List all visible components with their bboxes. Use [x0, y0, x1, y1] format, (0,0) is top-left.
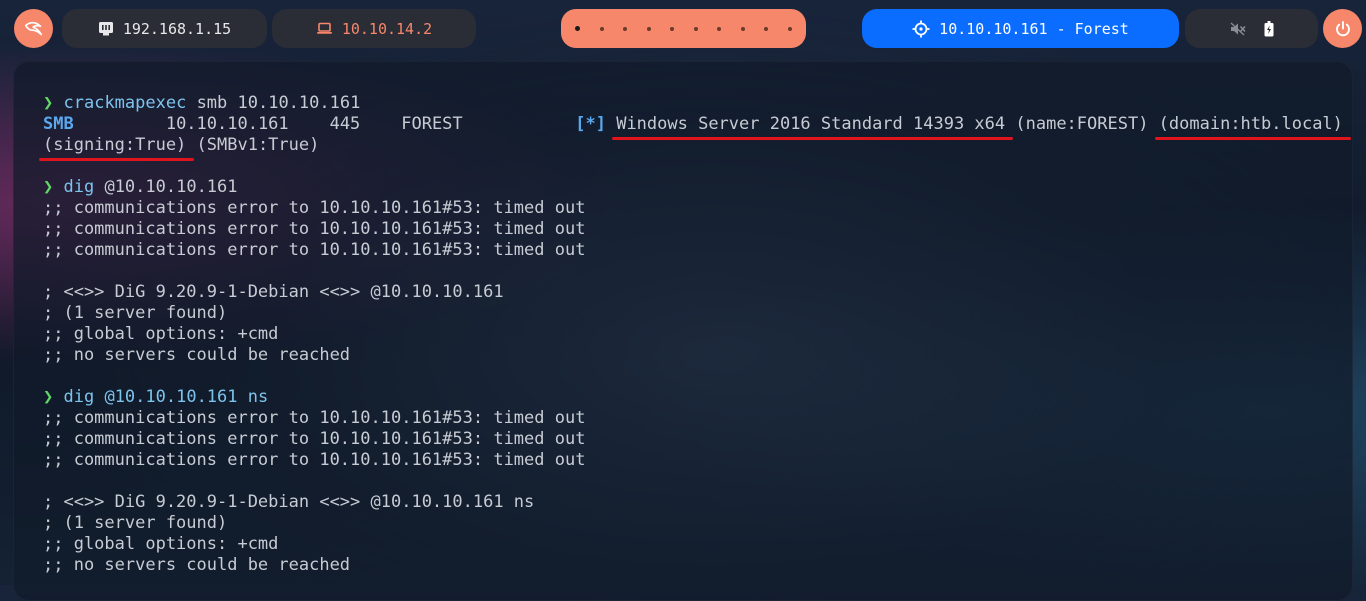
- output-line: ;; global options: +cmd: [43, 324, 279, 344]
- command-name: dig: [63, 387, 95, 407]
- command-name: dig: [63, 177, 95, 197]
- target-label: 10.10.10.161 - Forest: [939, 19, 1129, 38]
- ethernet-icon: [98, 22, 113, 36]
- power-button[interactable]: [1323, 9, 1362, 48]
- command-line: ❯ dig @10.10.10.161 ns: [43, 387, 1343, 408]
- command-args: smb 10.10.10.161: [186, 93, 361, 113]
- prompt-symbol: ❯: [43, 177, 54, 197]
- command-name: crackmapexec: [63, 93, 187, 113]
- crosshair-icon: [912, 20, 930, 37]
- smbv1-info: (SMBv1:True): [186, 135, 320, 155]
- output-line: ;; communications error to 10.10.10.161#…: [43, 198, 586, 218]
- workspace-dot-6[interactable]: [693, 26, 698, 31]
- menu-button[interactable]: [14, 9, 53, 48]
- output-line: ; <<>> DiG 9.20.9-1-Debian <<>> @10.10.1…: [43, 492, 535, 512]
- target-widget[interactable]: 10.10.10.161 - Forest: [862, 9, 1179, 48]
- output-line: ;; communications error to 10.10.10.161#…: [43, 240, 586, 260]
- local-ip-label: 192.168.1.15: [122, 19, 232, 38]
- top-bar: 192.168.1.15 10.10.14.2 10.10.10.161 - F…: [0, 0, 1366, 58]
- volume-mute-icon[interactable]: [1230, 22, 1246, 36]
- output-line: ; (1 server found): [43, 513, 228, 533]
- output-line: ; (1 server found): [43, 303, 228, 323]
- power-icon: [1335, 20, 1350, 36]
- terminal-output: ❯ crackmapexec smb 10.10.10.161 SMB 10.1…: [43, 93, 1343, 576]
- host-name: (name:FOREST): [1005, 114, 1159, 134]
- output-line: ;; communications error to 10.10.10.161#…: [43, 450, 586, 470]
- workspace-switcher[interactable]: [561, 9, 806, 48]
- signing-highlight: (signing:True): [43, 135, 187, 155]
- vpn-ip-label: 10.10.14.2: [341, 19, 433, 38]
- output-line: ;; global options: +cmd: [43, 534, 279, 554]
- output-line: ; <<>> DiG 9.20.9-1-Debian <<>> @10.10.1…: [43, 282, 504, 302]
- info-marker: [*]: [575, 114, 606, 134]
- output-line: ;; communications error to 10.10.10.161#…: [43, 219, 586, 239]
- output-line: ;; no servers could be reached: [43, 555, 351, 575]
- prompt-symbol: ❯: [43, 387, 54, 407]
- command-line: ❯ crackmapexec smb 10.10.10.161: [43, 93, 1343, 114]
- workspace-dot-7[interactable]: [717, 26, 722, 31]
- kali-dragon-icon: [24, 21, 42, 35]
- command-line: ❯ dig @10.10.10.161: [43, 177, 1343, 198]
- vpn-ip-widget[interactable]: 10.10.14.2: [272, 9, 476, 48]
- workspace-dot-10[interactable]: [787, 26, 792, 31]
- battery-charging-icon[interactable]: [1264, 20, 1274, 37]
- workspace-dot-2[interactable]: [599, 26, 604, 31]
- command-args: @10.10.10.161 ns: [94, 387, 269, 407]
- smb-protocol: SMB: [43, 114, 74, 134]
- terminal-window[interactable]: ❯ crackmapexec smb 10.10.10.161 SMB 10.1…: [13, 61, 1353, 601]
- output-line: ;; communications error to 10.10.10.161#…: [43, 429, 586, 449]
- output-line: ;; communications error to 10.10.10.161#…: [43, 408, 586, 428]
- output-line: ;; no servers could be reached: [43, 345, 351, 365]
- system-tray: [1185, 9, 1318, 48]
- local-ip-widget[interactable]: 192.168.1.15: [62, 9, 267, 48]
- domain-highlight: (domain:htb.local): [1158, 114, 1343, 134]
- os-version-highlight: Windows Server 2016 Standard 14393 x64: [616, 114, 1006, 134]
- workspace-dot-4[interactable]: [646, 26, 651, 31]
- laptop-icon: [316, 22, 332, 34]
- workspace-dot-8[interactable]: [740, 26, 745, 31]
- workspace-dot-1[interactable]: [575, 26, 580, 31]
- smb-result-line: SMB 10.10.10.161 445 FOREST [*] Windows …: [43, 114, 1343, 135]
- smb-host-info: 10.10.10.161 445 FOREST: [73, 114, 576, 134]
- prompt-symbol: ❯: [43, 93, 54, 113]
- workspace-dot-5[interactable]: [670, 26, 675, 31]
- workspace-dot-3[interactable]: [623, 26, 628, 31]
- command-args: @10.10.10.161: [94, 177, 238, 197]
- workspace-dot-9[interactable]: [764, 26, 769, 31]
